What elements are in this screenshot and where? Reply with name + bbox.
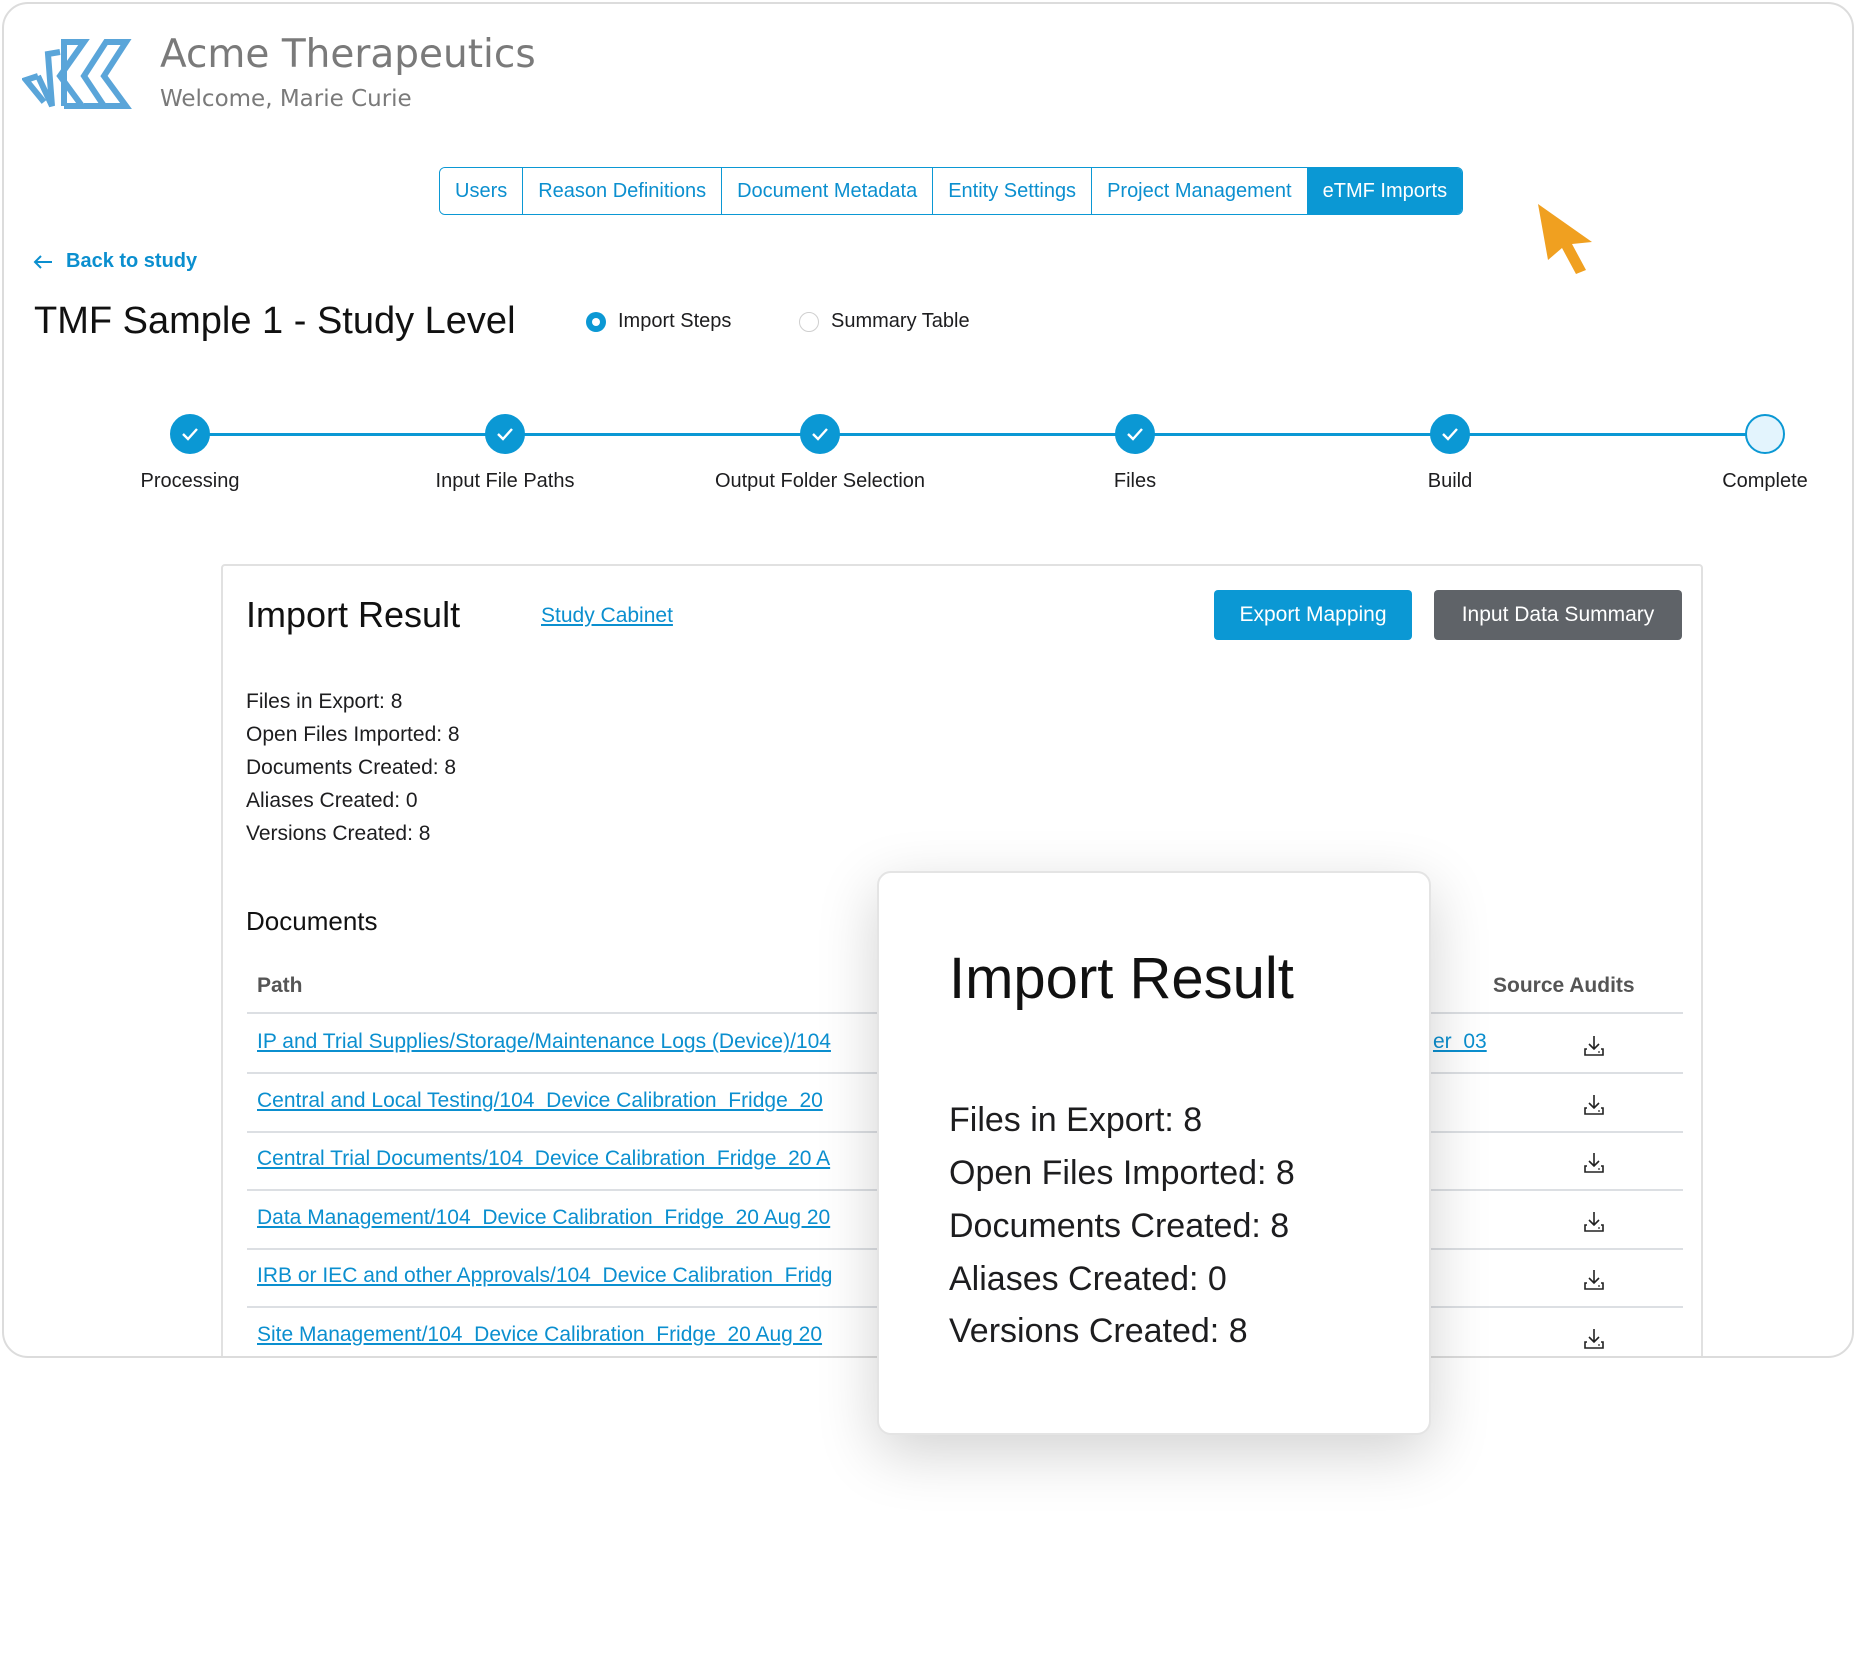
radio-label: Summary Table xyxy=(831,310,970,332)
callout-stat-documents-created: Documents Created: 8 xyxy=(949,1207,1290,1245)
stat-versions-created: Versions Created: 8 xyxy=(246,822,431,845)
stat-open-files-imported: Open Files Imported: 8 xyxy=(246,723,460,746)
import-result-title: Import Result xyxy=(246,594,461,635)
step-label: Files xyxy=(1113,470,1157,492)
arrow-left-icon xyxy=(33,254,52,269)
step-label: Output Folder Selection xyxy=(714,470,926,492)
download-audit-icon[interactable] xyxy=(1582,1151,1606,1180)
callout-stat-open-files-imported: Open Files Imported: 8 xyxy=(949,1154,1295,1192)
column-header-source-audits: Source Audits xyxy=(1493,974,1635,997)
step-2-indicator xyxy=(485,414,525,454)
tab-etmf-imports[interactable]: eTMF Imports xyxy=(1307,168,1463,214)
back-to-study-link[interactable]: Back to study xyxy=(32,250,197,273)
tab-document-metadata[interactable]: Document Metadata xyxy=(722,168,934,214)
checkmark-icon xyxy=(1127,428,1143,441)
stat-files-in-export: Files in Export: 8 xyxy=(246,690,403,713)
study-cabinet-link[interactable]: Study Cabinet xyxy=(541,604,673,628)
step-label: Processing xyxy=(140,470,240,492)
stat-documents-created: Documents Created: 8 xyxy=(246,756,457,779)
callout-stat-versions-created: Versions Created: 8 xyxy=(949,1312,1248,1350)
stat-aliases-created: Aliases Created: 0 xyxy=(246,789,418,812)
documents-heading: Documents xyxy=(246,906,378,936)
document-path-link[interactable]: IP and Trial Supplies/Storage/Maintenanc… xyxy=(257,1030,831,1054)
step-3-indicator xyxy=(800,414,840,454)
document-path-link[interactable]: Data Management/104_Device Calibration_F… xyxy=(257,1206,830,1230)
step-label: Input File Paths xyxy=(435,470,575,492)
download-audit-icon[interactable] xyxy=(1582,1268,1606,1297)
document-path-link[interactable]: Central Trial Documents/104_Device Calib… xyxy=(257,1147,830,1171)
document-path-link[interactable]: Central and Local Testing/104_Device Cal… xyxy=(257,1089,823,1113)
callout-title: Import Result xyxy=(949,946,1294,1011)
radio-unselected-icon xyxy=(799,311,819,332)
radio-import-steps[interactable]: Import Steps xyxy=(586,310,731,333)
welcome-text: Welcome, Marie Curie xyxy=(160,86,412,112)
download-audit-icon[interactable] xyxy=(1582,1210,1606,1239)
download-audit-icon[interactable] xyxy=(1582,1034,1606,1063)
radio-label: Import Steps xyxy=(618,310,732,332)
back-to-study-label: Back to study xyxy=(66,250,198,272)
document-path-link[interactable]: Site Management/104_Device Calibration_F… xyxy=(257,1323,822,1347)
company-name: Acme Therapeutics xyxy=(160,32,536,77)
mouse-cursor-icon xyxy=(1538,204,1592,274)
checkmark-icon xyxy=(1442,428,1458,441)
radio-summary-table[interactable]: Summary Table xyxy=(799,310,970,333)
checkmark-icon xyxy=(182,428,198,441)
step-1-indicator xyxy=(170,414,210,454)
document-path-link-tail[interactable]: er_03 xyxy=(1433,1030,1487,1054)
company-logo xyxy=(22,39,132,109)
admin-tabs: Users Reason Definitions Document Metada… xyxy=(439,167,1464,215)
tab-entity-settings[interactable]: Entity Settings xyxy=(933,168,1093,214)
tab-reason-definitions[interactable]: Reason Definitions xyxy=(523,168,723,214)
document-path-link[interactable]: IRB or IEC and other Approvals/104_Devic… xyxy=(257,1264,832,1288)
radio-selected-icon xyxy=(586,311,606,332)
column-header-path: Path xyxy=(257,974,303,997)
step-label: Complete xyxy=(1722,470,1808,492)
callout-stat-files-in-export: Files in Export: 8 xyxy=(949,1101,1203,1139)
checkmark-icon xyxy=(812,428,828,441)
step-5-indicator xyxy=(1430,414,1470,454)
download-audit-icon[interactable] xyxy=(1582,1093,1606,1122)
import-result-zoom-callout: Import Result Files in Export: 8 Open Fi… xyxy=(877,871,1431,1435)
step-4-indicator xyxy=(1115,414,1155,454)
export-mapping-button[interactable]: Export Mapping xyxy=(1214,590,1412,640)
step-6-indicator xyxy=(1745,414,1785,454)
step-label: Build xyxy=(1427,470,1473,492)
download-audit-icon[interactable] xyxy=(1582,1327,1606,1356)
tab-users[interactable]: Users xyxy=(440,168,524,214)
checkmark-icon xyxy=(497,428,513,441)
page-title: TMF Sample 1 - Study Level xyxy=(34,300,516,342)
tab-project-management[interactable]: Project Management xyxy=(1092,168,1308,214)
callout-stat-aliases-created: Aliases Created: 0 xyxy=(949,1260,1227,1298)
stepper-track xyxy=(190,433,1765,436)
input-data-summary-button[interactable]: Input Data Summary xyxy=(1434,590,1682,640)
